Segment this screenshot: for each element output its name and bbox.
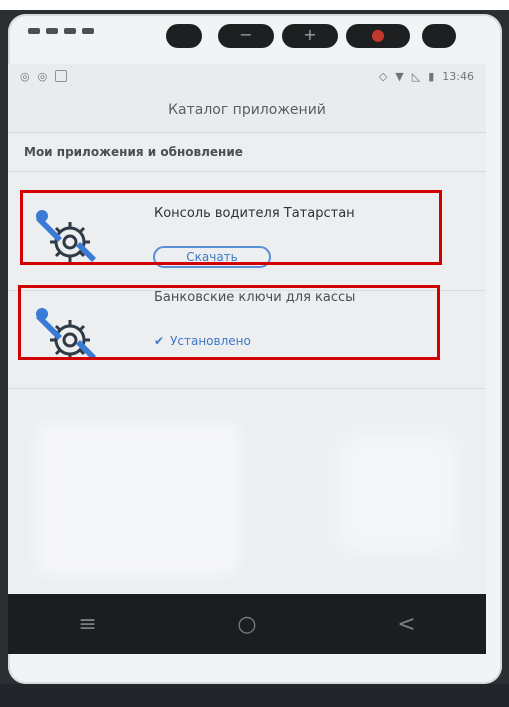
table-surface bbox=[0, 684, 509, 707]
speaker-dots bbox=[28, 28, 94, 34]
status-bar: ◎ ◎ ◇ ▼ ◺ ▮ 13:46 bbox=[8, 64, 486, 88]
status-indicators: ◇ ▼ ◺ ▮ 13:46 bbox=[379, 70, 474, 83]
hardware-volume-up-button[interactable]: + bbox=[282, 24, 338, 48]
screenshot-icon bbox=[55, 69, 68, 82]
highlight-box bbox=[18, 285, 440, 360]
vibrate-icon: ◇ bbox=[378, 69, 388, 83]
notification-icon: ◎ bbox=[20, 69, 30, 83]
hardware-volume-down-button[interactable]: − bbox=[218, 24, 274, 48]
hardware-power-button[interactable] bbox=[166, 24, 202, 48]
signal-icon: ◺ bbox=[411, 69, 421, 83]
wifi-icon: ▼ bbox=[395, 69, 404, 83]
notification-icon: ◎ bbox=[37, 69, 48, 83]
page-title: Каталог приложений bbox=[8, 88, 486, 132]
battery-icon: ▮ bbox=[428, 69, 435, 83]
navigation-bar: ≡ ○ < bbox=[8, 594, 486, 654]
top-caption-strip bbox=[0, 0, 509, 10]
hardware-extra-button[interactable] bbox=[422, 24, 456, 48]
status-time: 13:46 bbox=[442, 69, 474, 83]
screen-glare bbox=[338, 434, 458, 554]
section-title: Мои приложения и обновление bbox=[8, 132, 486, 172]
hardware-record-button[interactable]: ● bbox=[346, 24, 410, 48]
status-notifications: ◎ ◎ bbox=[20, 69, 68, 83]
screen-glare bbox=[38, 424, 238, 574]
back-icon[interactable]: < bbox=[397, 612, 415, 637]
menu-icon[interactable]: ≡ bbox=[78, 612, 96, 637]
home-icon[interactable]: ○ bbox=[237, 612, 256, 637]
highlight-box bbox=[20, 190, 442, 265]
